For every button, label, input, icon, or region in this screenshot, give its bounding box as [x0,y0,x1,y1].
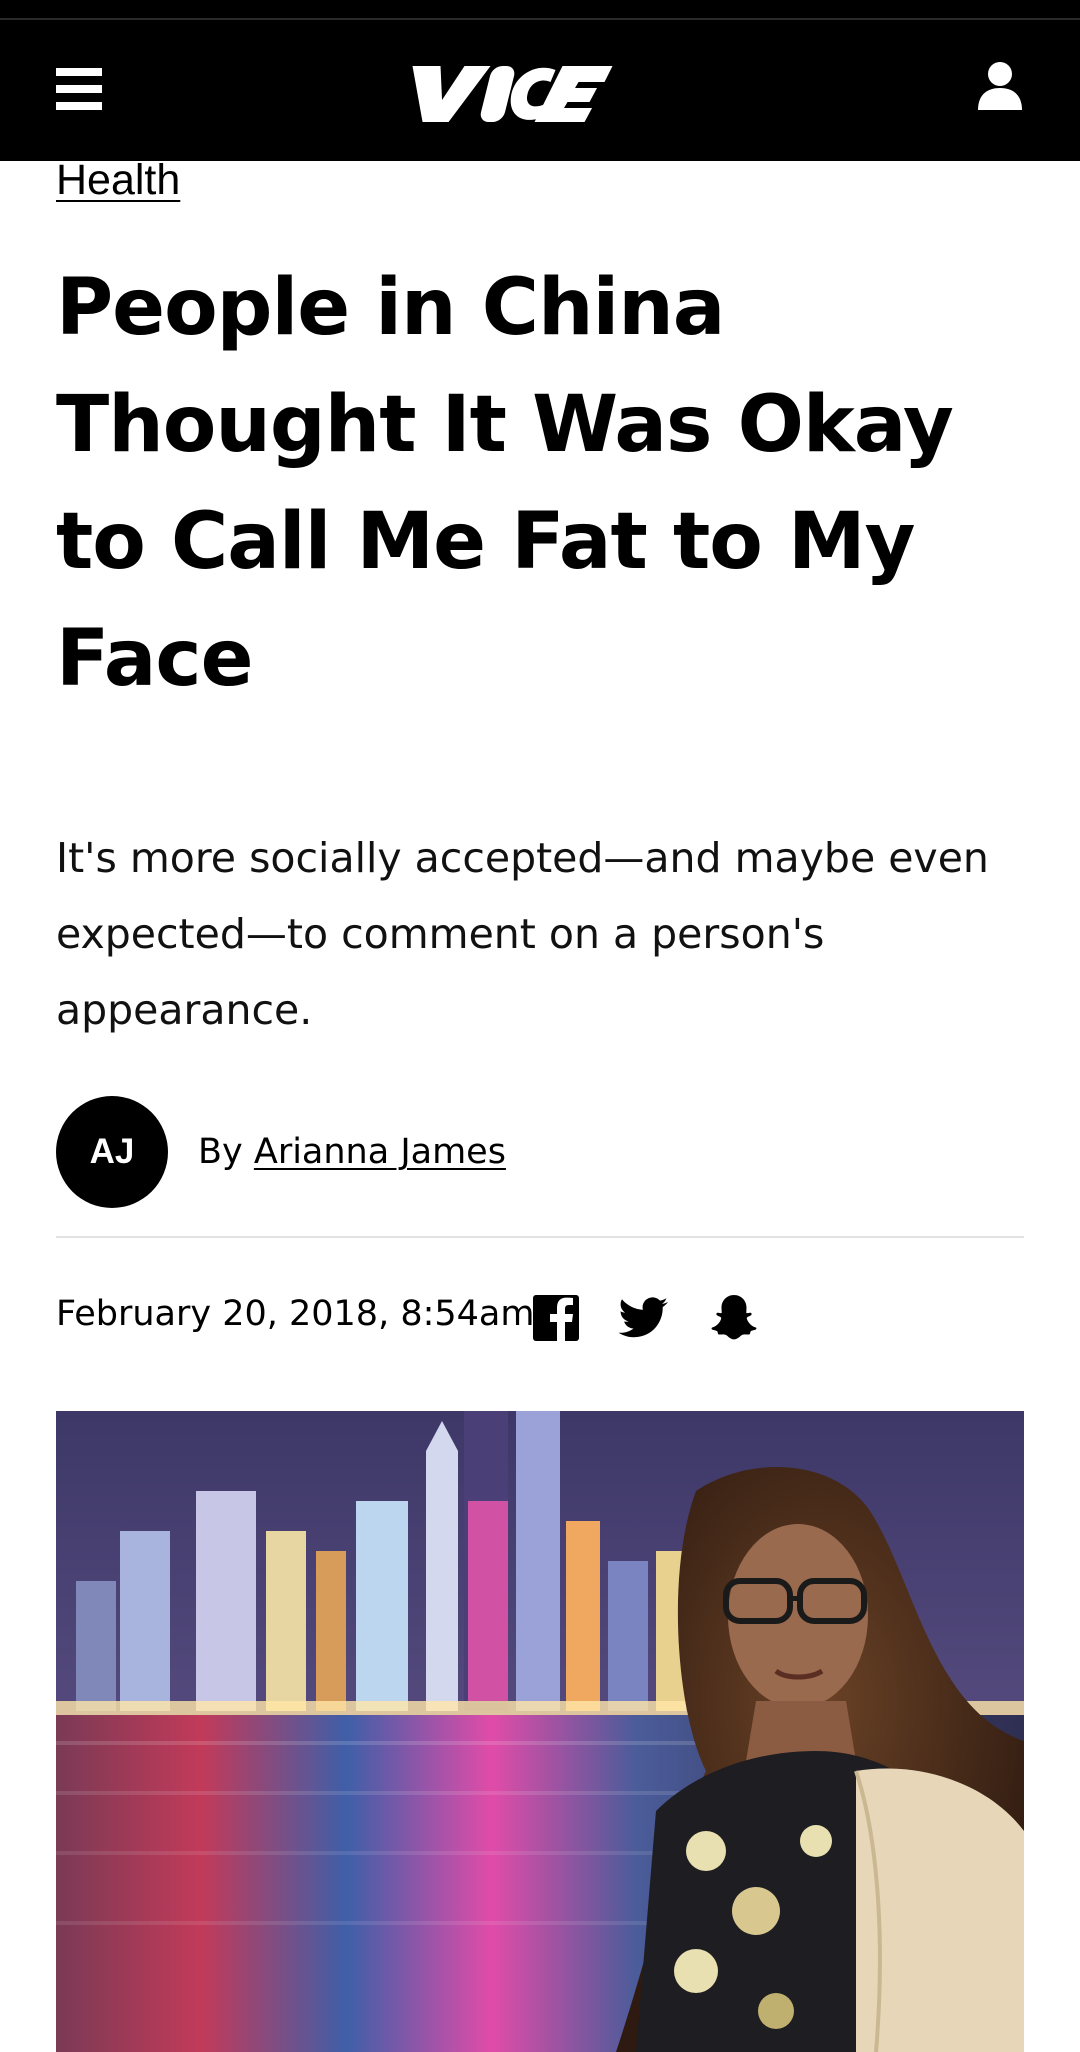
author-name-link[interactable]: Arianna James [254,1132,506,1172]
facebook-icon[interactable] [530,1292,582,1344]
byline-divider [56,1236,1024,1238]
author-avatar[interactable]: AJ [56,1096,168,1208]
article-dek: It's more socially accepted—and maybe ev… [56,834,989,1034]
top-navigation-bar [0,0,1080,161]
snapchat-icon[interactable] [708,1292,760,1344]
publish-timestamp: February 20, 2018, 8:54am [56,1294,535,1334]
hero-image [56,1411,1024,2052]
article-headline: People in China Thought It Was Okay to C… [56,263,954,704]
category-link[interactable]: Health [56,155,180,205]
top-edge-line [0,18,1080,20]
byline-prefix: By [198,1132,243,1172]
hamburger-menu-icon[interactable] [56,68,102,110]
twitter-icon[interactable] [618,1292,670,1344]
user-account-icon[interactable] [976,60,1024,112]
vice-logo[interactable] [400,52,620,132]
author-byline: AJ By Arianna James [56,1096,506,1208]
hero-photo [56,1411,1024,2052]
byline-text: By Arianna James [198,1132,506,1172]
